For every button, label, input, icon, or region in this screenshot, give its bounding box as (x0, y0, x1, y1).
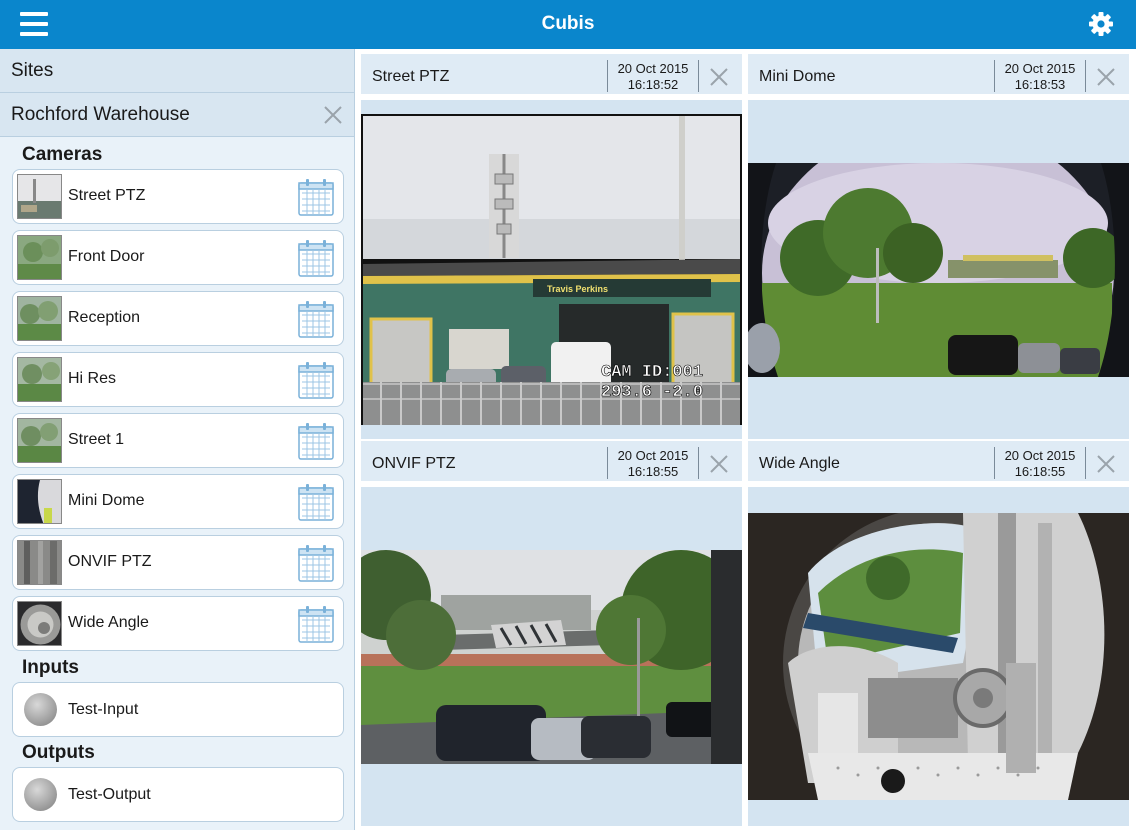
camera-label: Street 1 (68, 431, 125, 448)
close-icon[interactable] (323, 105, 343, 125)
calendar-icon[interactable] (298, 422, 334, 460)
video-feed (361, 550, 742, 764)
site-row[interactable]: Rochford Warehouse (0, 93, 354, 137)
panel-title: Mini Dome (759, 68, 836, 85)
video-overlay-camera-id: CAM ID:001 (601, 363, 703, 382)
panel-time: 16:18:55 (1014, 464, 1066, 479)
panel-header: Wide Angle 20 Oct 2015 16:18:55 (748, 441, 1129, 487)
output-label: Test-Output (68, 786, 151, 803)
divider (994, 447, 995, 479)
sites-button[interactable]: Sites (0, 49, 354, 93)
panel-title: Wide Angle (759, 455, 840, 472)
panel-title: ONVIF PTZ (372, 455, 456, 472)
camera-panel-onvif-ptz[interactable]: ONVIF PTZ 20 Oct 2015 16:18:55 (361, 441, 742, 826)
camera-thumbnail (17, 174, 62, 219)
site-name: Rochford Warehouse (11, 104, 190, 125)
divider (1085, 60, 1086, 92)
close-icon[interactable] (709, 454, 729, 474)
output-status-indicator (24, 778, 57, 811)
camera-label: Front Door (68, 248, 145, 265)
calendar-icon[interactable] (298, 300, 334, 338)
output-item-test-output[interactable]: Test-Output (12, 767, 344, 822)
camera-label: ONVIF PTZ (68, 553, 152, 570)
camera-label: Reception (68, 309, 141, 326)
camera-panel-mini-dome[interactable]: Mini Dome 20 Oct 2015 16:18:53 (748, 54, 1129, 439)
panel-date: 20 Oct 2015 (617, 61, 689, 76)
camera-item-street-ptz[interactable]: Street PTZ (12, 169, 344, 224)
panel-time: 16:18:53 (1014, 77, 1066, 92)
close-icon[interactable] (1096, 454, 1116, 474)
panel-header: ONVIF PTZ 20 Oct 2015 16:18:55 (361, 441, 742, 487)
camera-thumbnail (17, 418, 62, 463)
gear-icon[interactable] (1088, 11, 1114, 37)
camera-panel-wide-angle[interactable]: Wide Angle 20 Oct 2015 16:18:55 (748, 441, 1129, 826)
calendar-icon[interactable] (298, 483, 334, 521)
app-title: Cubis (541, 13, 595, 34)
camera-thumbnail (17, 540, 62, 585)
inputs-heading: Inputs (22, 657, 79, 678)
panel-header: Street PTZ 20 Oct 2015 16:18:52 (361, 54, 742, 100)
video-feed (748, 163, 1129, 377)
camera-label: Hi Res (68, 370, 117, 387)
calendar-icon[interactable] (298, 605, 334, 643)
camera-item-street-1[interactable]: Street 1 (12, 413, 344, 468)
camera-item-mini-dome[interactable]: Mini Dome (12, 474, 344, 529)
camera-label: Street PTZ (68, 187, 146, 204)
close-icon[interactable] (709, 67, 729, 87)
divider (607, 60, 608, 92)
camera-item-onvif-ptz[interactable]: ONVIF PTZ (12, 535, 344, 590)
input-label: Test-Input (68, 701, 139, 718)
panel-time: 16:18:55 (627, 464, 679, 479)
panel-date: 20 Oct 2015 (1004, 448, 1076, 463)
panel-timestamp: 20 Oct 2015 16:18:55 (996, 448, 1084, 480)
input-status-indicator (24, 693, 57, 726)
panel-time: 16:18:52 (627, 77, 679, 92)
panel-header: Mini Dome 20 Oct 2015 16:18:53 (748, 54, 1129, 100)
sidebar: Sites Rochford Warehouse Cameras Street … (0, 49, 355, 830)
panel-date: 20 Oct 2015 (1004, 61, 1076, 76)
video-overlay-position: 293.6 -2.0 (601, 383, 703, 402)
building-sign: Travis Perkins (547, 284, 608, 294)
camera-thumbnail (17, 235, 62, 280)
calendar-icon[interactable] (298, 361, 334, 399)
camera-item-wide-angle[interactable]: Wide Angle (12, 596, 344, 651)
divider (1085, 447, 1086, 479)
close-icon[interactable] (1096, 67, 1116, 87)
top-bar: Cubis (0, 0, 1136, 49)
camera-thumbnail (17, 357, 62, 402)
calendar-icon[interactable] (298, 544, 334, 582)
camera-item-hi-res[interactable]: Hi Res (12, 352, 344, 407)
panel-timestamp: 20 Oct 2015 16:18:55 (609, 448, 697, 480)
calendar-icon[interactable] (298, 239, 334, 277)
divider (994, 60, 995, 92)
camera-panel-street-ptz[interactable]: Street PTZ 20 Oct 2015 16:18:52 Travis P… (361, 54, 742, 439)
camera-item-reception[interactable]: Reception (12, 291, 344, 346)
camera-thumbnail (17, 479, 62, 524)
divider (698, 60, 699, 92)
camera-thumbnail (17, 296, 62, 341)
video-feed (748, 513, 1129, 800)
panel-timestamp: 20 Oct 2015 16:18:53 (996, 61, 1084, 93)
divider (607, 447, 608, 479)
panel-title: Street PTZ (372, 68, 450, 85)
camera-thumbnail (17, 601, 62, 646)
panel-date: 20 Oct 2015 (617, 448, 689, 463)
camera-label: Mini Dome (68, 492, 145, 509)
input-item-test-input[interactable]: Test-Input (12, 682, 344, 737)
divider (698, 447, 699, 479)
cameras-heading: Cameras (22, 144, 103, 165)
panel-timestamp: 20 Oct 2015 16:18:52 (609, 61, 697, 93)
camera-item-front-door[interactable]: Front Door (12, 230, 344, 285)
camera-label: Wide Angle (68, 614, 149, 631)
video-feed: Travis Perkins CAM ID:001 293.6 -2.0 (361, 114, 742, 425)
calendar-icon[interactable] (298, 178, 334, 216)
outputs-heading: Outputs (22, 742, 95, 763)
